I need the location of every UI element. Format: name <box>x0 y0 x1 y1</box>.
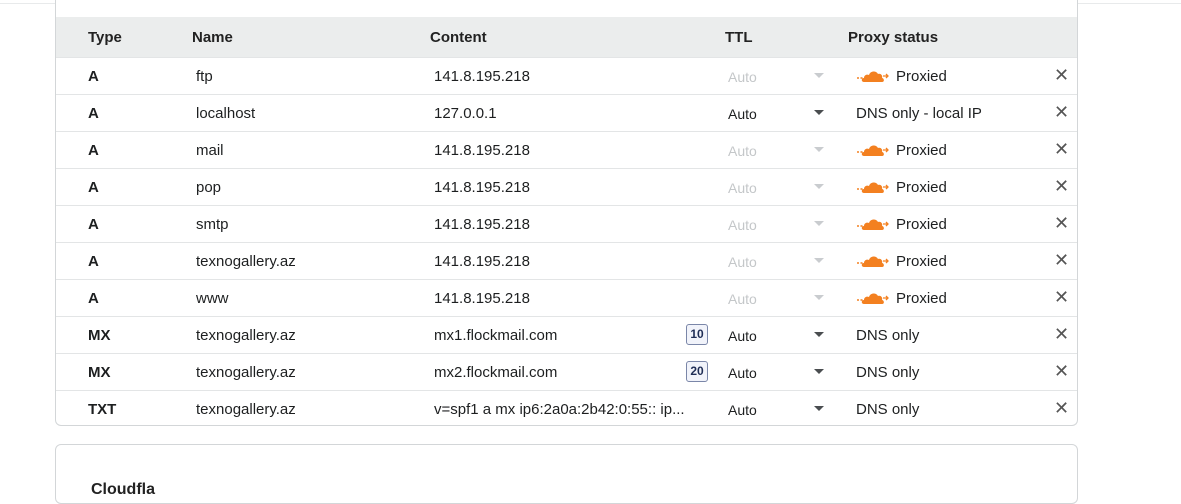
record-name: pop <box>196 179 222 196</box>
record-type: A <box>88 105 99 122</box>
next-section-panel: Cloudfla <box>55 444 1078 504</box>
table-row[interactable]: MX texnogallery.az mx1.flockmail.com 10 Auto… <box>56 316 1077 353</box>
proxy-status: Proxied <box>896 142 947 159</box>
dns-records-panel: Type Name Content TTL Proxy status Aftp 1… <box>55 0 1078 426</box>
proxy-status: Proxied <box>896 68 947 85</box>
ttl-select: Auto <box>728 254 757 270</box>
caret-down-icon <box>814 221 824 226</box>
proxy-status: DNS only <box>856 327 920 344</box>
close-icon[interactable]: ✕ <box>1054 325 1069 343</box>
caret-down-icon <box>814 73 824 78</box>
record-name: localhost <box>196 105 256 122</box>
table-row[interactable]: Alocalhost 127.0.0.1 Auto DNS only - local … <box>56 94 1077 131</box>
ttl-select: Auto <box>728 217 757 233</box>
header-proxy-status[interactable]: Proxy status <box>848 29 938 46</box>
caret-down-icon <box>814 147 824 152</box>
record-name: texnogallery.az <box>196 327 296 344</box>
table-row[interactable]: TXT texnogallery.az v=spf1 a mx ip6:2a0a:2… <box>56 390 1077 427</box>
record-type: TXT <box>88 401 117 418</box>
proxy-status: Proxied <box>896 290 947 307</box>
proxy-status: DNS only - local IP <box>856 105 982 122</box>
record-type: A <box>88 68 99 85</box>
record-content: 141.8.195.218 <box>434 290 530 307</box>
table-row[interactable]: Asmtp 141.8.195.218 Auto Proxied ✕ <box>56 205 1077 242</box>
header-name[interactable]: Name <box>192 29 233 46</box>
proxy-status: Proxied <box>896 216 947 233</box>
close-icon[interactable]: ✕ <box>1054 251 1069 269</box>
caret-down-icon[interactable] <box>814 110 824 115</box>
proxy-status: Proxied <box>896 179 947 196</box>
orange-cloud-icon <box>856 217 889 231</box>
caret-down-icon[interactable] <box>814 332 824 337</box>
ttl-select[interactable]: Auto <box>728 106 757 122</box>
record-name: mail <box>196 142 224 159</box>
proxy-status: DNS only <box>856 401 920 418</box>
record-name: smtp <box>196 216 229 233</box>
close-icon[interactable]: ✕ <box>1054 288 1069 306</box>
record-type: MX <box>88 364 111 381</box>
orange-cloud-icon <box>856 291 889 305</box>
ttl-select: Auto <box>728 143 757 159</box>
table-row[interactable]: Amail 141.8.195.218 Auto Proxied ✕ <box>56 131 1077 168</box>
record-type: A <box>88 216 99 233</box>
table-row[interactable]: Aftp 141.8.195.218 Auto Proxied ✕ <box>56 57 1077 94</box>
record-name: texnogallery.az <box>196 401 296 418</box>
record-content: mx2.flockmail.com <box>434 364 558 381</box>
ttl-select[interactable]: Auto <box>728 402 757 418</box>
ttl-select: Auto <box>728 180 757 196</box>
header-type[interactable]: Type <box>88 29 122 46</box>
record-name: texnogallery.az <box>196 364 296 381</box>
record-content: 141.8.195.218 <box>434 142 530 159</box>
record-content: 141.8.195.218 <box>434 216 530 233</box>
orange-cloud-icon <box>856 143 889 157</box>
section-title: Cloudfla <box>91 481 155 498</box>
header-ttl[interactable]: TTL <box>725 29 753 46</box>
caret-down-icon <box>814 295 824 300</box>
priority-badge: 20 <box>686 361 708 382</box>
orange-cloud-icon <box>856 69 889 83</box>
ttl-select[interactable]: Auto <box>728 328 757 344</box>
priority-badge: 10 <box>686 324 708 345</box>
header-content[interactable]: Content <box>430 29 487 46</box>
table-header: Type Name Content TTL Proxy status <box>56 17 1077 57</box>
record-type: MX <box>88 327 111 344</box>
record-type: A <box>88 179 99 196</box>
table-row[interactable]: Awww 141.8.195.218 Auto Proxied ✕ <box>56 279 1077 316</box>
table-row[interactable]: Apop 141.8.195.218 Auto Proxied ✕ <box>56 168 1077 205</box>
proxy-status: DNS only <box>856 364 920 381</box>
record-content: 127.0.0.1 <box>434 105 497 122</box>
table-row[interactable]: Atexnogallery.az 141.8.195.218 Auto Proxied… <box>56 242 1077 279</box>
record-type: A <box>88 253 99 270</box>
proxy-status: Proxied <box>896 253 947 270</box>
record-content: 141.8.195.218 <box>434 179 530 196</box>
close-icon[interactable]: ✕ <box>1054 214 1069 232</box>
ttl-select[interactable]: Auto <box>728 365 757 381</box>
record-type: A <box>88 290 99 307</box>
close-icon[interactable]: ✕ <box>1054 140 1069 158</box>
close-icon[interactable]: ✕ <box>1054 177 1069 195</box>
record-name: ftp <box>196 68 213 85</box>
orange-cloud-icon <box>856 254 889 268</box>
record-type: A <box>88 142 99 159</box>
table-row[interactable]: MX texnogallery.az mx2.flockmail.com 20 Auto… <box>56 353 1077 390</box>
record-name: www <box>196 290 229 307</box>
record-content: 141.8.195.218 <box>434 68 530 85</box>
close-icon[interactable]: ✕ <box>1054 362 1069 380</box>
caret-down-icon <box>814 184 824 189</box>
caret-down-icon[interactable] <box>814 406 824 411</box>
record-content: mx1.flockmail.com <box>434 327 558 344</box>
orange-cloud-icon <box>856 180 889 194</box>
close-icon[interactable]: ✕ <box>1054 399 1069 417</box>
close-icon[interactable]: ✕ <box>1054 66 1069 84</box>
ttl-select: Auto <box>728 69 757 85</box>
caret-down-icon[interactable] <box>814 369 824 374</box>
record-name: texnogallery.az <box>196 253 296 270</box>
record-content: v=spf1 a mx ip6:2a0a:2b42:0:55:: ip... <box>434 401 685 418</box>
caret-down-icon <box>814 258 824 263</box>
close-icon[interactable]: ✕ <box>1054 103 1069 121</box>
record-content: 141.8.195.218 <box>434 253 530 270</box>
ttl-select: Auto <box>728 291 757 307</box>
